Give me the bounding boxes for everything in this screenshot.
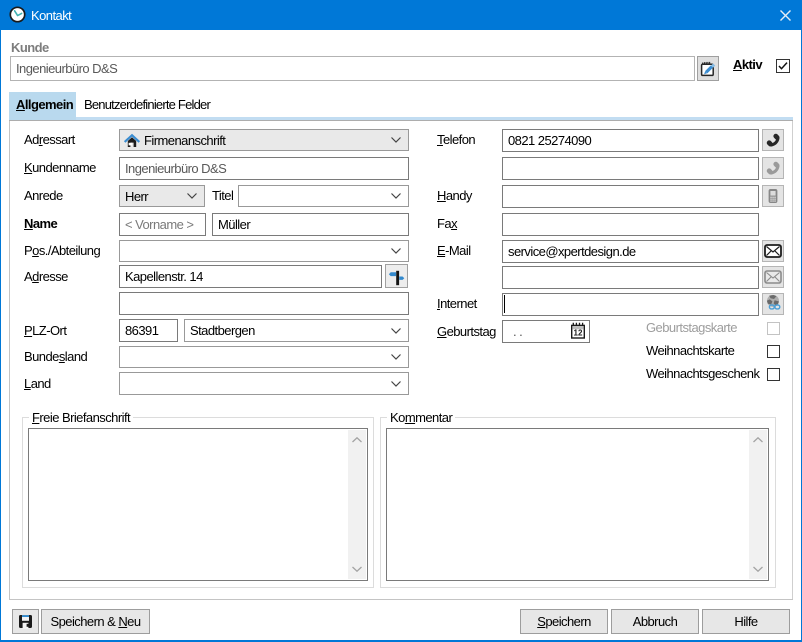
svg-text:12: 12 (574, 329, 583, 338)
